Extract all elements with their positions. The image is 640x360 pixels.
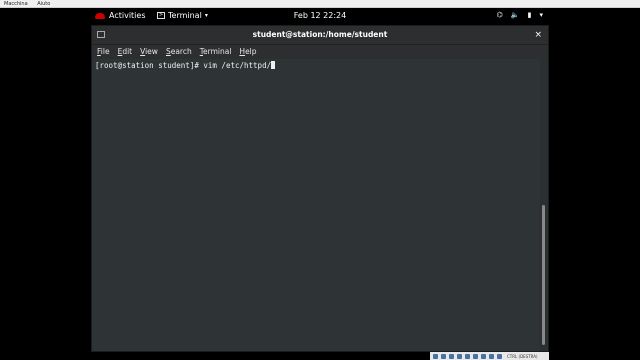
disk-icon[interactable] (433, 353, 438, 359)
menu-edit[interactable]: Edit (118, 45, 133, 59)
terminal-line: [root@station student]# vim /etc/httpd/ (95, 61, 272, 70)
optical-drive-icon[interactable] (441, 353, 446, 359)
terminal-content[interactable]: [root@station student]# vim /etc/httpd/ (92, 59, 542, 351)
menu-help[interactable]: Help (239, 45, 256, 59)
guest-screen: Feb 12 22:24 Activities > Terminal ▾ ⌬ 🔈… (91, 8, 549, 352)
volume-icon: 🔈 (510, 11, 520, 19)
audio-icon[interactable] (449, 353, 454, 359)
vbox-menubar: Macchina Aiuto (0, 0, 640, 8)
window-titlebar[interactable]: student@station:/home/student × (92, 26, 548, 45)
terminal-menubar: File Edit View Search Terminal Help (92, 45, 548, 60)
host-key-label: CTRL (DESTRA) (507, 353, 538, 359)
app-menu[interactable]: > Terminal ▾ (157, 8, 208, 23)
chevron-down-icon: ▾ (204, 12, 208, 19)
terminal-icon: > (157, 12, 165, 19)
menu-terminal[interactable]: Terminal (200, 45, 232, 59)
chevron-down-icon: ▾ (539, 11, 543, 19)
menu-search[interactable]: Search (166, 45, 192, 59)
scrollbar[interactable] (540, 59, 548, 351)
mouse-icon[interactable] (497, 353, 502, 359)
status-area[interactable]: ⌬ 🔈 ▮ ▾ (497, 8, 543, 23)
capture-icon[interactable] (489, 353, 494, 359)
display-icon[interactable] (481, 353, 486, 359)
window-title: student@station:/home/student (252, 30, 388, 39)
terminal-window: student@station:/home/student × File Edi… (91, 25, 549, 352)
network-icon: ⌬ (496, 11, 503, 19)
scrollbar-thumb[interactable] (542, 205, 545, 345)
vbox-menu-macchina[interactable]: Macchina (4, 1, 28, 7)
redhat-icon (95, 12, 105, 19)
battery-icon: ▮ (527, 11, 532, 19)
activities-button[interactable]: Activities (95, 8, 146, 23)
vbox-statusbar: CTRL (DESTRA) (430, 352, 549, 360)
menu-view[interactable]: View (140, 45, 158, 59)
usb-icon[interactable] (465, 353, 470, 359)
gnome-top-bar: Feb 12 22:24 Activities > Terminal ▾ ⌬ 🔈… (91, 8, 549, 23)
app-menu-label: Terminal (168, 11, 202, 20)
shared-folder-icon[interactable] (473, 353, 478, 359)
window-icon (97, 31, 105, 38)
menu-file[interactable]: File (97, 45, 110, 59)
activities-label: Activities (109, 11, 146, 20)
text-cursor (271, 61, 276, 69)
close-icon[interactable]: × (534, 26, 542, 44)
network-icon[interactable] (457, 353, 462, 359)
vbox-menu-aiuto[interactable]: Aiuto (37, 1, 50, 7)
